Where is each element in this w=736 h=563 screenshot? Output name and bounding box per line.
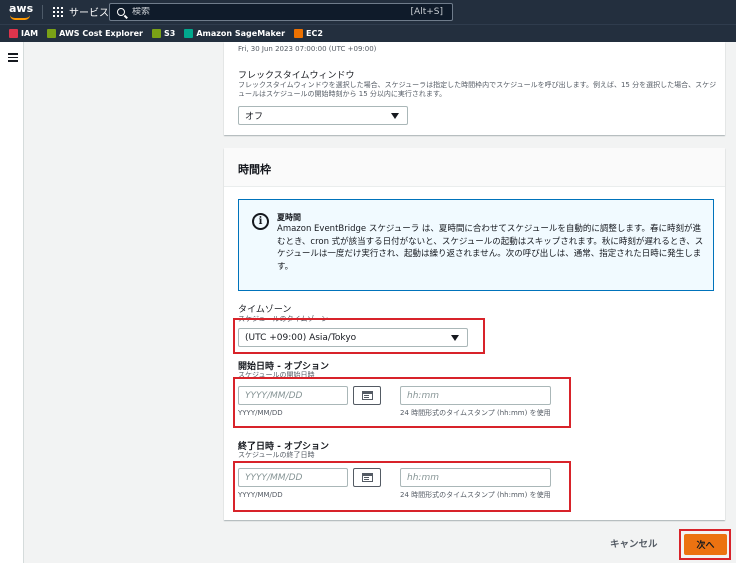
favorite-iam[interactable]: IAM xyxy=(9,29,38,38)
services-menu-button[interactable]: サービス xyxy=(53,4,109,19)
end-datetime-description: スケジュールの終了日時 xyxy=(238,451,315,459)
next-invocation-date: Fri, 30 Jun 2023 07:00:00 (UTC +09:00) xyxy=(238,45,377,53)
info-icon: i xyxy=(252,213,269,230)
caret-down-icon xyxy=(391,113,399,119)
search-icon xyxy=(117,8,125,16)
favorite-label: EC2 xyxy=(306,29,323,38)
highlight-next-button xyxy=(679,529,731,560)
favorite-label: AWS Cost Explorer xyxy=(59,29,143,38)
search-shortcut: [Alt+S] xyxy=(410,7,443,17)
favorite-s3[interactable]: S3 xyxy=(152,29,175,38)
dst-info-text: Amazon EventBridge スケジューラ は、夏時間に合わせてスケジュ… xyxy=(277,224,704,272)
flex-window-title: フレックスタイムウィンドウ xyxy=(238,71,355,81)
cost-explorer-service-icon xyxy=(47,29,57,38)
flex-window-select[interactable]: オフ xyxy=(238,106,408,125)
highlight-end-datetime xyxy=(233,461,571,512)
s3-service-icon xyxy=(152,29,161,38)
aws-logo[interactable]: aws xyxy=(9,2,35,22)
search-input[interactable] xyxy=(132,7,392,17)
services-label: サービス xyxy=(69,8,109,19)
grid-icon xyxy=(53,6,63,17)
highlight-timezone xyxy=(233,318,485,354)
search-box[interactable]: [Alt+S] xyxy=(109,3,453,21)
top-navigation: aws サービス [Alt+S] xyxy=(0,0,736,24)
highlight-start-datetime xyxy=(233,377,571,428)
dst-info-alert: i 夏時間 Amazon EventBridge スケジューラ は、夏時間に合わ… xyxy=(238,199,714,291)
dst-info-title: 夏時間 xyxy=(277,213,301,222)
aws-logo-text: aws xyxy=(9,2,34,15)
favorite-label: S3 xyxy=(164,29,176,38)
left-rail xyxy=(0,42,24,563)
cancel-button[interactable]: キャンセル xyxy=(610,536,658,550)
favorite-ec2[interactable]: EC2 xyxy=(294,29,323,38)
ec2-service-icon xyxy=(294,29,304,38)
flex-window-description: フレックスタイムウィンドウを選択した場合、スケジューラは指定した時間枠内でスケジ… xyxy=(238,81,717,98)
iam-service-icon xyxy=(9,29,18,38)
favorite-label: IAM xyxy=(21,29,39,38)
favorite-cost-explorer[interactable]: AWS Cost Explorer xyxy=(47,29,143,38)
favorites-bar: IAM AWS Cost Explorer S3 Amazon SageMake… xyxy=(0,24,736,42)
timeframe-title: 時間枠 xyxy=(238,163,271,176)
menu-icon[interactable] xyxy=(8,53,18,62)
schedule-pattern-panel: Fri, 30 Jun 2023 07:00:00 (UTC +09:00) フ… xyxy=(224,42,725,135)
timeframe-panel-header: 時間枠 xyxy=(224,148,725,187)
favorite-label: Amazon SageMaker xyxy=(196,29,286,38)
aws-smile-icon xyxy=(10,15,30,20)
nav-divider xyxy=(42,5,43,19)
flex-window-value: オフ xyxy=(245,112,264,122)
favorite-sagemaker[interactable]: Amazon SageMaker xyxy=(184,29,285,38)
sagemaker-service-icon xyxy=(184,29,194,38)
